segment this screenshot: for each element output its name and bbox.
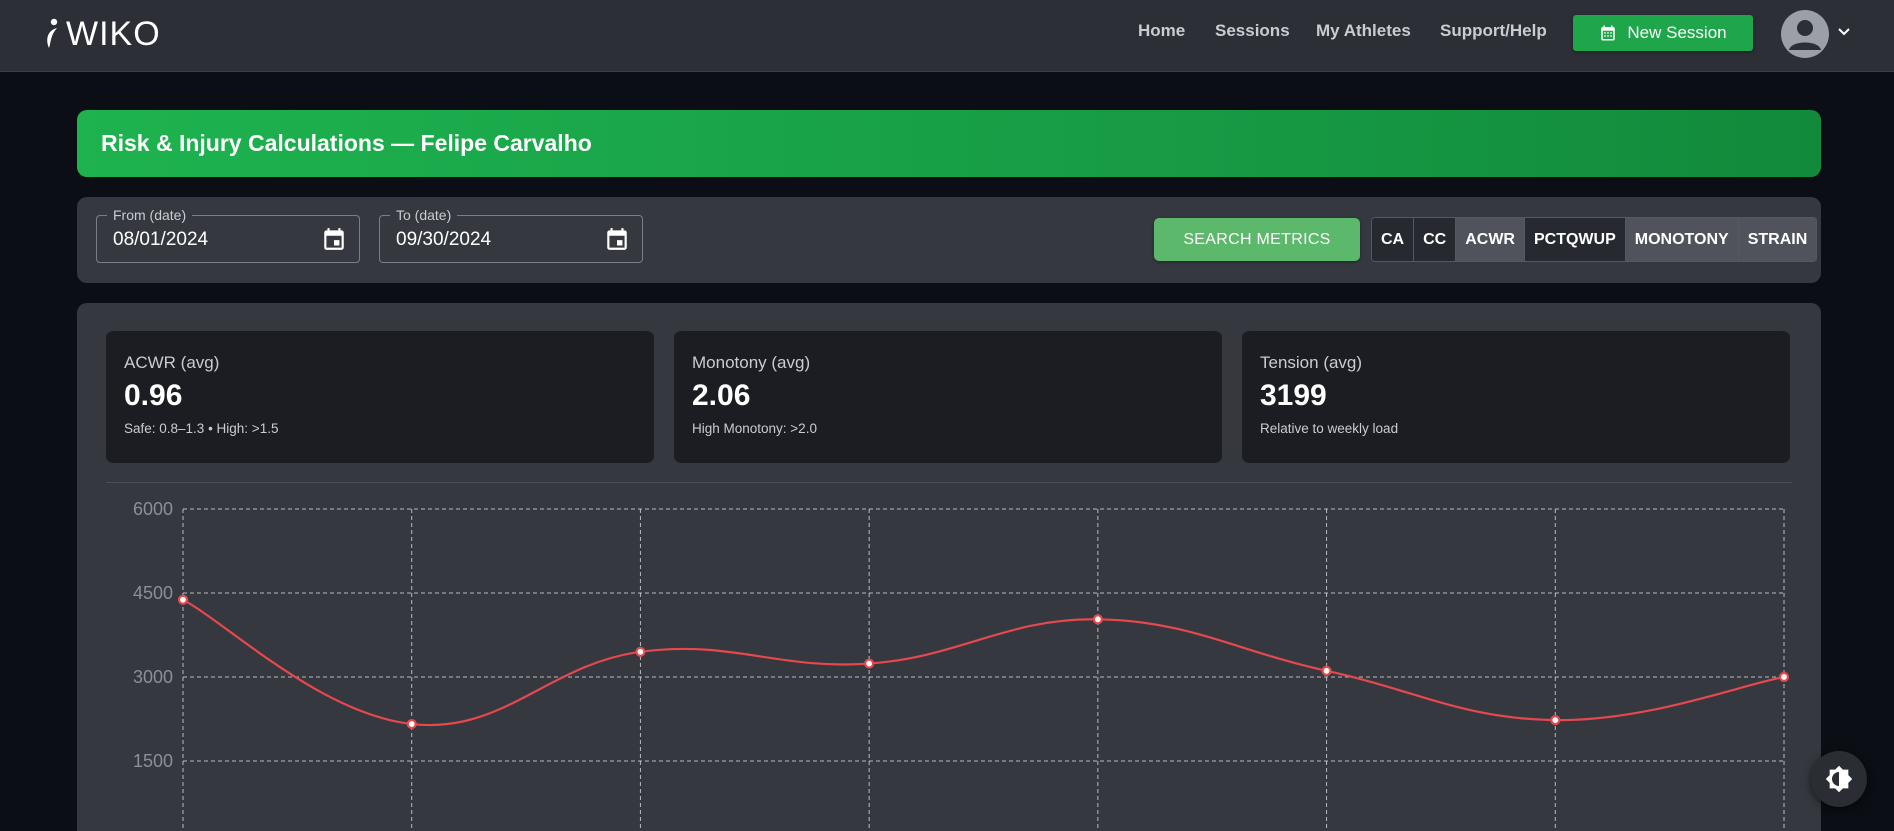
metrics-panel: ACWR (avg) 0.96 Safe: 0.8–1.3 • High: >1… [77,303,1821,831]
brightness-icon [1825,765,1853,793]
metric-toggle-group: CA CC ACWR PCTQWUP MONOTONY STRAIN [1371,217,1818,262]
theme-toggle-button[interactable] [1811,751,1867,807]
calendar-icon[interactable] [604,226,630,252]
filter-bar: From (date) 08/01/2024 To (date) 09/30/2… [77,197,1821,283]
from-date-field[interactable]: From (date) 08/01/2024 [96,207,360,263]
page-title-banner: Risk & Injury Calculations — Felipe Carv… [77,110,1821,177]
y-tick-label: 4500 [133,583,173,603]
data-point [406,718,417,730]
user-avatar[interactable] [1781,10,1829,58]
y-tick-label: 3000 [133,667,173,687]
search-metrics-button[interactable]: SEARCH METRICS [1154,218,1360,261]
toggle-strain[interactable]: STRAIN [1738,218,1817,261]
stat-value: 0.96 [124,379,183,412]
nav-link-sessions[interactable]: Sessions [1215,21,1290,41]
toggle-pctqwup[interactable]: PCTQWUP [1524,218,1626,261]
data-point [1092,614,1103,625]
to-date-value: 09/30/2024 [396,229,492,250]
y-tick-label: 1500 [133,751,173,771]
to-date-field[interactable]: To (date) 09/30/2024 [379,207,643,263]
top-navbar: WIKO Home Sessions My Athletes Support/H… [0,0,1894,72]
stat-label: ACWR (avg) [124,353,220,372]
new-session-label: New Session [1627,23,1727,42]
stat-value: 3199 [1260,379,1327,412]
user-icon [1789,20,1821,50]
to-date-label: To (date) [390,207,458,223]
y-tick-label: 6000 [133,499,173,519]
stat-value: 2.06 [692,379,751,412]
page-title: Risk & Injury Calculations — Felipe Carv… [101,130,592,156]
divider [106,482,1792,483]
app-logo[interactable]: WIKO [42,14,161,54]
stat-note: High Monotony: >2.0 [692,421,817,436]
chevron-down-icon[interactable] [1836,24,1852,40]
from-date-value: 08/01/2024 [113,229,209,250]
stat-label: Monotony (avg) [692,353,811,372]
logo-text: WIKO [66,14,161,53]
stat-note: Safe: 0.8–1.3 • High: >1.5 [124,421,279,436]
toggle-monotony[interactable]: MONOTONY [1625,218,1739,261]
stat-card-monotony: Monotony (avg) 2.06 High Monotony: >2.0 [674,331,1222,463]
toggle-cc[interactable]: CC [1414,218,1457,261]
new-session-button[interactable]: New Session [1573,15,1753,51]
nav-link-support-help[interactable]: Support/Help [1440,21,1547,41]
calendar-icon[interactable] [321,226,347,252]
stat-card-acwr: ACWR (avg) 0.96 Safe: 0.8–1.3 • High: >1… [106,331,654,463]
data-point [1778,671,1790,683]
stat-card-tension: Tension (avg) 3199 Relative to weekly lo… [1242,331,1790,463]
nav-link-home[interactable]: Home [1138,21,1185,41]
data-point [177,594,189,605]
toggle-acwr[interactable]: ACWR [1456,218,1525,261]
from-date-label: From (date) [107,207,193,223]
data-point [635,646,646,657]
nav-link-my-athletes[interactable]: My Athletes [1316,21,1411,41]
stat-note: Relative to weekly load [1260,421,1399,436]
data-point [1550,715,1561,726]
stat-label: Tension (avg) [1260,353,1363,372]
data-point [864,658,875,669]
logo-figure-icon [47,18,58,48]
data-point [1321,665,1332,676]
series-line [182,598,1785,727]
toggle-ca[interactable]: CA [1372,218,1415,261]
line-chart: 6000 4500 3000 1500 [133,499,1790,831]
calendar-icon [1601,25,1616,41]
